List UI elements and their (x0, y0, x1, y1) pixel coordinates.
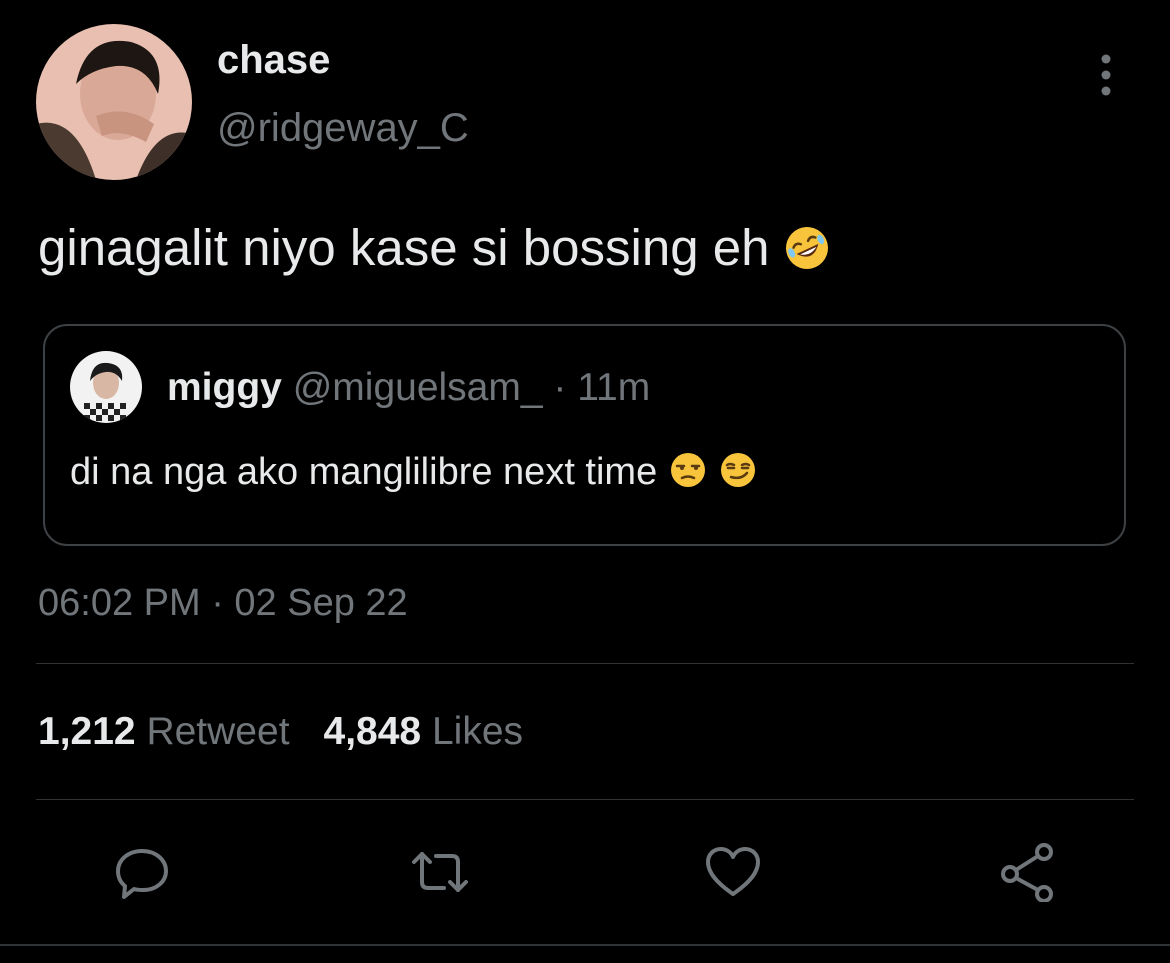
quoted-text-content: di na nga ako manglilibre next time (70, 451, 658, 493)
like-label[interactable]: Likes (432, 710, 523, 753)
quoted-text: di na nga ako manglilibre next time (70, 451, 757, 494)
smirking-face-emoji (719, 451, 757, 489)
quoted-tweet-card[interactable]: miggy @miguelsam_ · 11m di na nga ako ma… (43, 324, 1126, 546)
like-count[interactable]: 4,848 (324, 710, 422, 753)
tweet-stats: 1,212 Retweet 4,848 Likes (38, 710, 523, 754)
bottom-divider (0, 944, 1170, 946)
quoted-separator: · (553, 366, 567, 409)
tweet-text-content: ginagalit niyo kase si bossing eh (38, 219, 770, 276)
quoted-header: miggy @miguelsam_ · 11m (167, 366, 650, 410)
share-icon[interactable] (998, 842, 1058, 902)
unamused-face-emoji (669, 451, 707, 489)
divider (36, 663, 1134, 664)
quoted-display-name[interactable]: miggy (167, 366, 282, 409)
quoted-author-avatar[interactable] (70, 351, 142, 423)
author-handle[interactable]: @ridgeway_C (217, 106, 469, 151)
retweet-count[interactable]: 1,212 (38, 710, 136, 753)
tweet-timestamp[interactable]: 06:02 PM · 02 Sep 22 (38, 582, 408, 625)
quoted-time[interactable]: 11m (577, 366, 650, 409)
tweet-text: ginagalit niyo kase si bossing eh (38, 218, 831, 277)
more-vertical-icon[interactable] (1092, 52, 1120, 98)
retweet-icon[interactable] (410, 842, 470, 902)
author-avatar[interactable] (36, 24, 192, 180)
reply-icon[interactable] (112, 842, 172, 902)
author-display-name[interactable]: chase (217, 38, 330, 83)
divider (36, 799, 1134, 800)
rolling-on-the-floor-laughing-emoji (783, 224, 831, 272)
like-icon[interactable] (703, 842, 763, 902)
retweet-label[interactable]: Retweet (146, 710, 289, 753)
quoted-handle[interactable]: @miguelsam_ (293, 366, 543, 409)
